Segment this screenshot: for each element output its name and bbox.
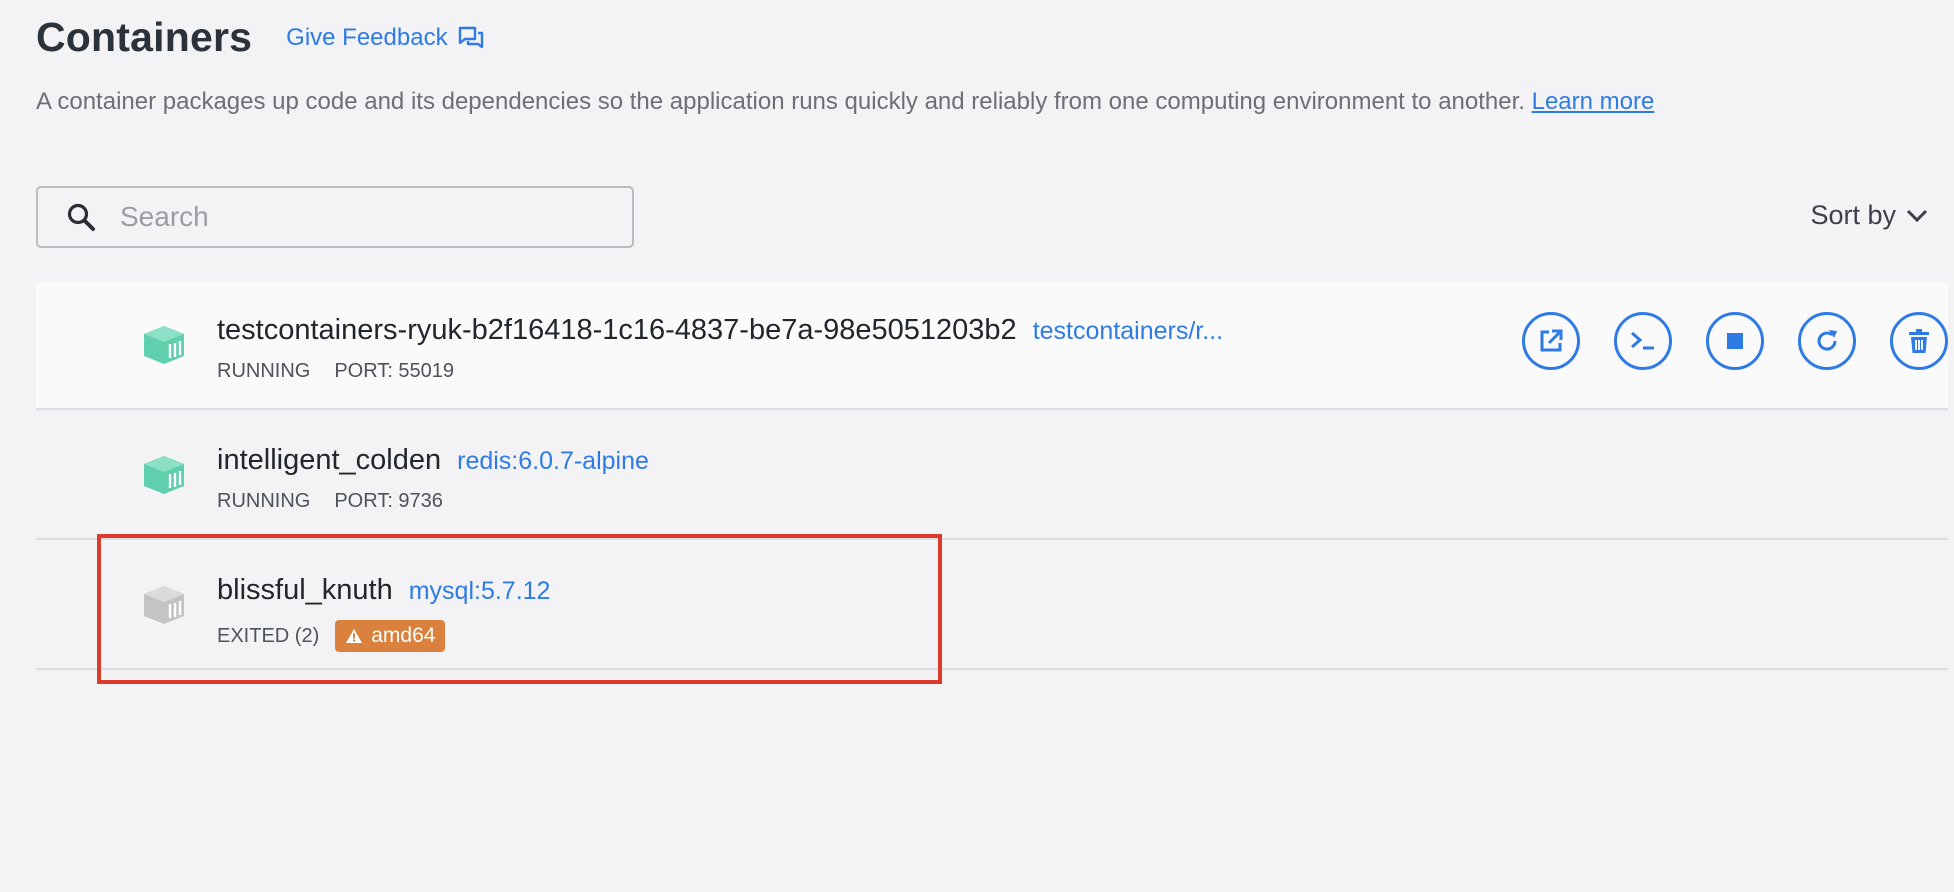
description-text: A container packages up code and its dep… (36, 88, 1532, 115)
warning-icon (346, 629, 363, 643)
give-feedback-label: Give Feedback (286, 23, 448, 51)
open-external-icon (1540, 329, 1563, 352)
container-actions (1488, 312, 1948, 370)
container-row[interactable]: intelligent_colden redis:6.0.7-alpine RU… (36, 412, 1948, 540)
open-in-browser-button[interactable] (1522, 312, 1580, 370)
container-image-link[interactable]: testcontainers/r... (1033, 317, 1223, 346)
badge-label: amd64 (371, 624, 436, 647)
container-title: blissful_knuth mysql:5.7.12 (217, 574, 550, 607)
stop-icon (1727, 333, 1743, 349)
container-status: RUNNING (217, 360, 311, 382)
trash-icon (1909, 329, 1929, 353)
container-meta: RUNNING PORT: 9736 (217, 490, 443, 513)
restart-button[interactable] (1798, 312, 1856, 370)
search-icon (67, 203, 95, 231)
container-name[interactable]: blissful_knuth (217, 574, 393, 607)
container-exited-icon (144, 586, 184, 624)
container-meta: EXITED (2) amd64 (217, 620, 446, 652)
container-image-link[interactable]: redis:6.0.7-alpine (457, 447, 649, 476)
feedback-icon (458, 26, 483, 48)
page-header: Containers Give Feedback (36, 14, 484, 61)
give-feedback-link[interactable]: Give Feedback (286, 24, 483, 52)
delete-button[interactable] (1890, 312, 1948, 370)
terminal-icon (1631, 331, 1654, 350)
container-name[interactable]: intelligent_colden (217, 444, 441, 477)
container-title: testcontainers-ryuk-b2f16418-1c16-4837-b… (217, 314, 1223, 347)
container-port: PORT: 55019 (334, 360, 455, 382)
restart-icon (1817, 330, 1837, 351)
stop-button[interactable] (1706, 312, 1764, 370)
container-running-icon (144, 326, 184, 364)
sort-by-label: Sort by (1810, 200, 1896, 230)
architecture-warning-badge: amd64 (335, 620, 446, 652)
search-input[interactable] (118, 200, 582, 234)
container-title: intelligent_colden redis:6.0.7-alpine (217, 444, 649, 477)
page-description: A container packages up code and its dep… (36, 88, 1654, 116)
chevron-down-icon (1906, 209, 1928, 222)
container-status: RUNNING (217, 490, 311, 512)
container-name[interactable]: testcontainers-ryuk-b2f16418-1c16-4837-b… (217, 314, 1017, 347)
container-port: PORT: 9736 (334, 490, 443, 512)
learn-more-link[interactable]: Learn more (1532, 88, 1655, 115)
container-row[interactable]: testcontainers-ryuk-b2f16418-1c16-4837-b… (36, 282, 1948, 410)
cli-button[interactable] (1614, 312, 1672, 370)
container-row[interactable]: blissful_knuth mysql:5.7.12 EXITED (2) a… (36, 542, 1948, 670)
page-title: Containers (36, 14, 253, 60)
container-meta: RUNNING PORT: 55019 (217, 360, 454, 383)
container-running-icon (144, 456, 184, 494)
search-box[interactable] (36, 186, 634, 248)
sort-by-dropdown[interactable]: Sort by (1810, 200, 1928, 231)
container-image-link[interactable]: mysql:5.7.12 (409, 577, 551, 606)
container-status: EXITED (2) (217, 624, 320, 647)
